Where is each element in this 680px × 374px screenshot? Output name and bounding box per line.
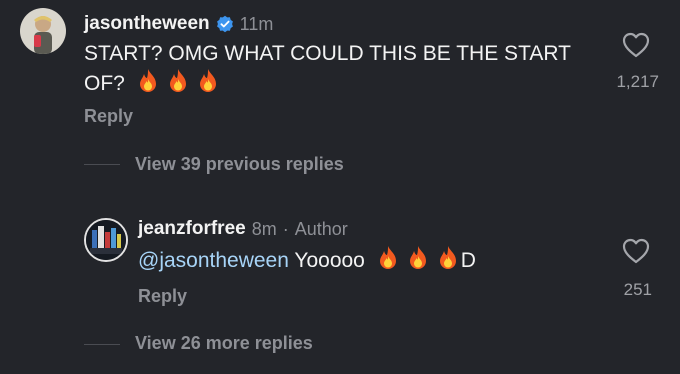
reply-avatar[interactable] [84, 218, 128, 262]
divider [84, 344, 120, 345]
reply-time: 8m [251, 218, 277, 239]
comment-text: START? OMG WHAT COULD THIS BE THE START … [84, 39, 604, 102]
mention-link[interactable]: @jasontheween [138, 249, 289, 272]
reply-username[interactable]: jeanzforfree [138, 218, 246, 240]
view-more-replies-button[interactable]: View 26 more replies [135, 333, 313, 354]
author-tag: Author [294, 218, 348, 239]
separator-dot: · [282, 218, 289, 239]
reply-item-reply-button[interactable]: Reply [138, 286, 187, 307]
fire-emoji [135, 68, 161, 102]
reply-like-button[interactable] [622, 238, 650, 264]
like-count: 1,217 [616, 72, 659, 91]
reply-like-count: 251 [623, 280, 652, 299]
avatar[interactable] [20, 8, 66, 54]
view-previous-replies-button[interactable]: View 39 previous replies [135, 154, 344, 175]
fire-emoji [165, 68, 191, 102]
reply-text: @jasontheween Yooooo D [138, 245, 476, 279]
like-button[interactable] [622, 32, 650, 58]
reply-text-body: Yooooo [294, 249, 365, 272]
fire-emoji [435, 245, 461, 279]
heart-icon [622, 32, 650, 58]
comment-username[interactable]: jasontheween [84, 13, 210, 35]
comment-time: 11m [239, 13, 274, 34]
comment-text-line1: START? OMG WHAT COULD THIS BE THE START [84, 42, 571, 65]
fire-emoji [195, 68, 221, 102]
fire-emoji [375, 245, 401, 279]
comment-text-line2: OF? [84, 68, 604, 102]
divider [84, 164, 120, 165]
comment-text-line2-text: OF? [84, 72, 125, 95]
comment-thread: jasontheween 11m START? OMG WHAT COULD T… [0, 0, 680, 374]
heart-icon [622, 238, 650, 264]
verified-badge-icon [216, 15, 234, 33]
reply-button[interactable]: Reply [84, 106, 133, 127]
fire-emoji [405, 245, 431, 279]
reply-text-trailing: D [460, 249, 476, 272]
